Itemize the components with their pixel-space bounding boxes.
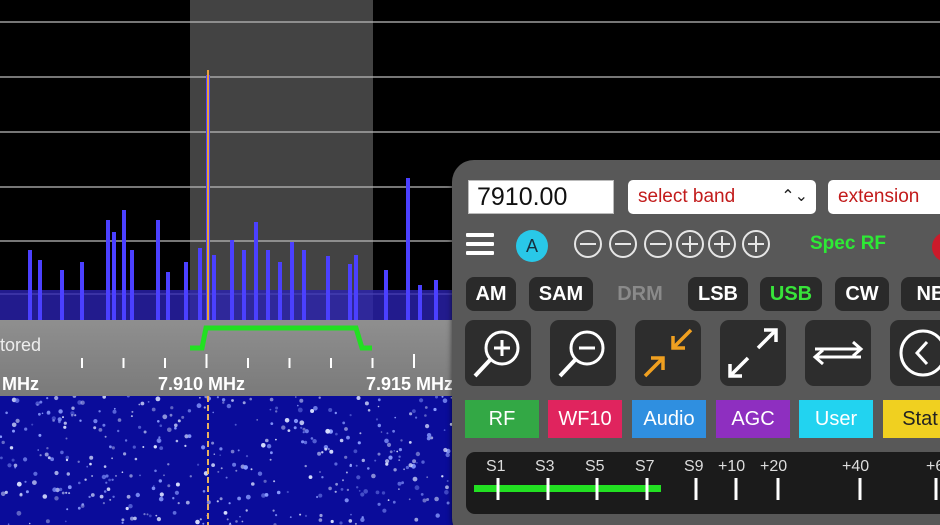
s-meter: S1 S3 S5 S7 S9 +10 +20 +40 +6 — [466, 452, 940, 514]
spec-rf-toggle[interactable]: Spec RF — [810, 233, 886, 255]
back-circle-icon — [899, 329, 940, 377]
extension-select[interactable]: extension — [828, 180, 940, 214]
frequency-input[interactable] — [468, 180, 614, 214]
extension-select-value: extension — [838, 186, 920, 207]
mode-drm-button[interactable]: DRM — [606, 277, 674, 311]
passband-indicator[interactable] — [190, 325, 372, 351]
mode-sam-button[interactable]: SAM — [529, 277, 593, 311]
band-select-value: select band — [638, 186, 736, 207]
receiver-a-badge[interactable]: A — [516, 230, 548, 262]
zoom-to-band-button[interactable] — [635, 320, 701, 386]
hamburger-menu-icon[interactable] — [466, 233, 494, 257]
expand-arrows-icon — [728, 328, 778, 378]
tab-stat[interactable]: Stat — [883, 400, 940, 438]
zoom-in-icon — [473, 330, 520, 378]
zoom-max-button[interactable] — [720, 320, 786, 386]
tab-wf10[interactable]: WF10 — [548, 400, 622, 438]
compress-arrows-icon — [643, 328, 693, 378]
mode-am-button[interactable]: AM — [466, 277, 516, 311]
zoom-out-icon — [558, 330, 605, 378]
sdr-receiver-view: tored MHz 7.910 MHz 7.915 MHz select ban… — [0, 0, 940, 525]
tab-agc[interactable]: AGC — [716, 400, 790, 438]
updown-chevron-icon: ⌃⌄ — [781, 188, 808, 205]
tab-user[interactable]: User — [799, 400, 873, 438]
mode-usb-button[interactable]: USB — [760, 277, 822, 311]
scale-label-left: MHz — [2, 374, 39, 394]
zoom-out-button[interactable] — [550, 320, 616, 386]
stored-label: tored — [0, 335, 42, 355]
zoom-minus-icon[interactable] — [644, 230, 672, 258]
mode-cw-button[interactable]: CW — [835, 277, 889, 311]
record-button[interactable] — [932, 232, 940, 262]
band-select[interactable]: select band ⌃⌄ — [628, 180, 816, 214]
tab-audio[interactable]: Audio — [632, 400, 706, 438]
zoom-plus-icon[interactable] — [708, 230, 736, 258]
zoom-minus-icon[interactable] — [609, 230, 637, 258]
back-button[interactable] — [890, 320, 940, 386]
swap-button[interactable] — [805, 320, 871, 386]
scale-label-right: 7.915 MHz — [366, 374, 454, 394]
scale-ticks — [81, 354, 415, 368]
swap-arrows-icon — [812, 340, 864, 366]
zoom-plus-icon[interactable] — [676, 230, 704, 258]
zoom-minus-icon[interactable] — [574, 230, 602, 258]
zoom-plus-icon[interactable] — [742, 230, 770, 258]
mode-lsb-button[interactable]: LSB — [688, 277, 748, 311]
mode-nb-button[interactable]: NB — [901, 277, 940, 311]
tab-rf[interactable]: RF — [465, 400, 539, 438]
zoom-in-button[interactable] — [465, 320, 531, 386]
control-panel: select band ⌃⌄ extension A Spec RF AM SA… — [452, 160, 940, 525]
s-meter-bar — [474, 478, 938, 500]
scale-label-center: 7.910 MHz — [158, 374, 246, 394]
